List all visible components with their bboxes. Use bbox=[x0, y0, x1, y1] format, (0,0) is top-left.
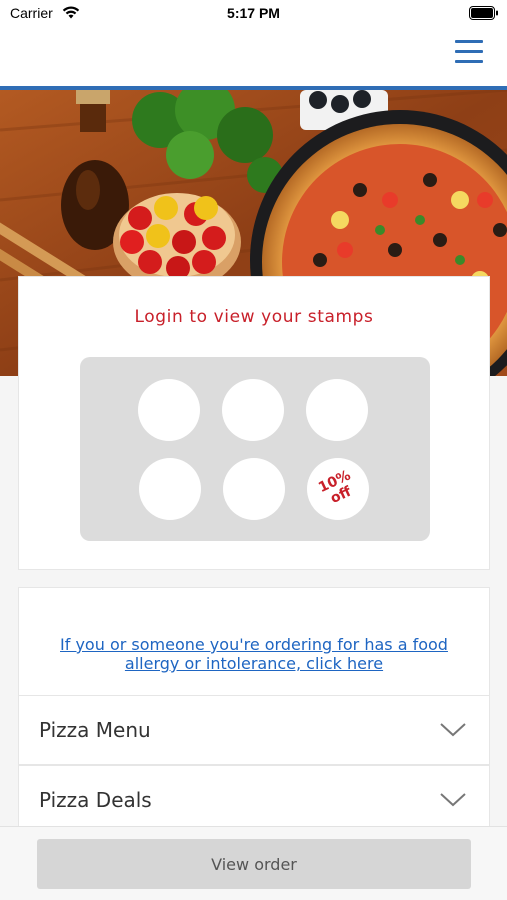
bottom-bar: View order bbox=[0, 826, 507, 900]
stamp-card-title[interactable]: Login to view your stamps bbox=[19, 307, 489, 327]
battery-icon bbox=[469, 6, 498, 20]
status-bar: Carrier 5:17 PM bbox=[0, 0, 507, 30]
stamp-grid: 10% off bbox=[80, 357, 430, 541]
stamp-slot bbox=[223, 458, 285, 520]
chevron-down-icon bbox=[440, 723, 466, 737]
hamburger-menu-icon[interactable] bbox=[455, 40, 483, 66]
stamp-slot bbox=[306, 379, 368, 441]
reward-label: 10% off bbox=[309, 465, 367, 513]
stamp-slot bbox=[139, 458, 201, 520]
allergy-notice: If you or someone you're ordering for ha… bbox=[18, 587, 490, 695]
allergy-info-link[interactable]: If you or someone you're ordering for ha… bbox=[19, 635, 489, 673]
section-label: Pizza Deals bbox=[39, 788, 152, 812]
nav-bar bbox=[0, 30, 507, 86]
stamp-slot bbox=[138, 379, 200, 441]
loyalty-stamp-card[interactable]: Login to view your stamps 10% off bbox=[18, 276, 490, 570]
menu-section-pizza-menu[interactable]: Pizza Menu bbox=[18, 695, 490, 765]
section-label: Pizza Menu bbox=[39, 718, 151, 742]
menu-section-pizza-deals[interactable]: Pizza Deals bbox=[18, 765, 490, 835]
view-order-button[interactable]: View order bbox=[37, 839, 471, 889]
stamp-slot bbox=[222, 379, 284, 441]
clock: 5:17 PM bbox=[227, 5, 280, 21]
chevron-down-icon bbox=[440, 793, 466, 807]
reward-stamp: 10% off bbox=[307, 458, 369, 520]
